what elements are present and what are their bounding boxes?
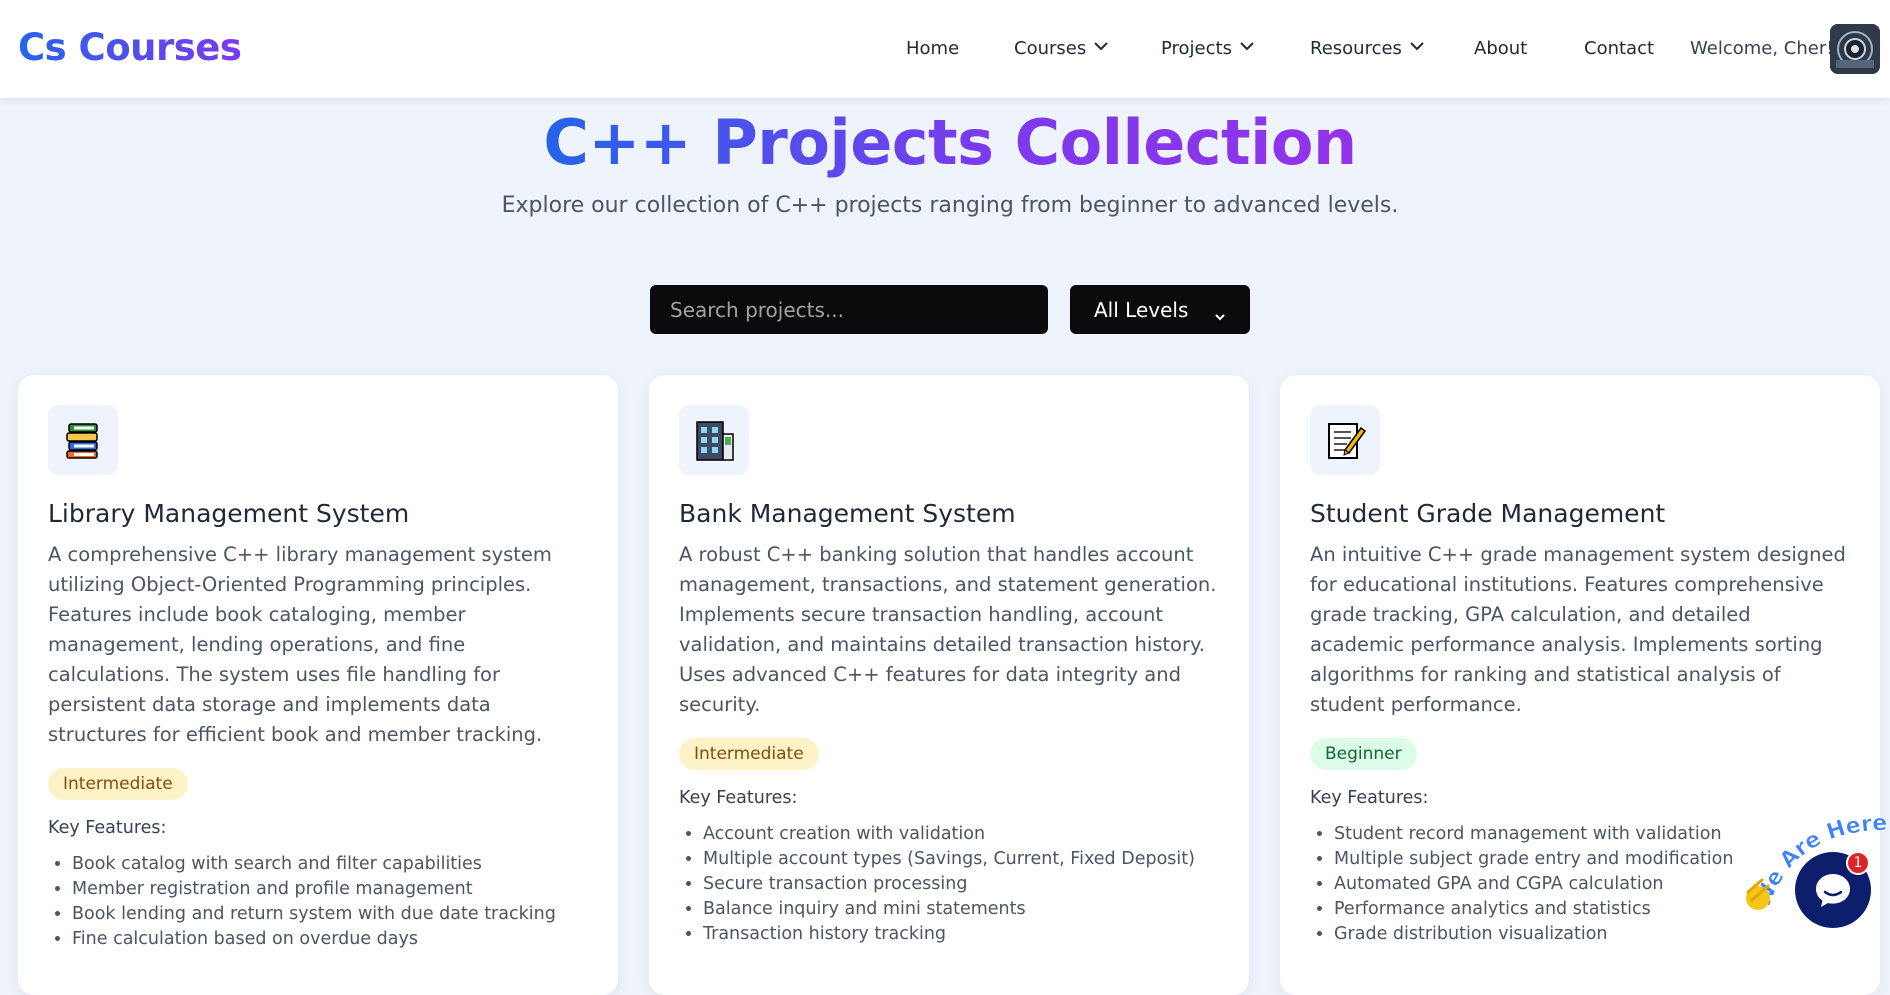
chevron-down-icon — [1240, 41, 1254, 51]
project-card-bank[interactable]: Bank Management System A robust C++ bank… — [649, 375, 1249, 995]
list-item: Member registration and profile manageme… — [72, 877, 588, 902]
page-title-text: C++ Projects Collection — [543, 106, 1357, 179]
feature-list: Book catalog with search and filter capa… — [48, 852, 588, 952]
nav-about[interactable]: About — [1474, 38, 1527, 59]
level-select-value: All Levels — [1094, 297, 1189, 322]
level-badge: Intermediate — [679, 738, 819, 770]
top-navbar: Cs Courses Home Courses Projects Resourc… — [0, 0, 1890, 98]
level-select[interactable]: All Levels — [1070, 285, 1250, 334]
chat-bubble-icon — [1816, 874, 1850, 907]
page-title: C++ Projects Collection — [0, 106, 1890, 179]
welcome-text: Welcome, Cher! — [1690, 38, 1834, 59]
list-item: Grade distribution visualization — [1334, 922, 1850, 947]
list-item: Transaction history tracking — [703, 922, 1219, 947]
nav-resources[interactable]: Resources — [1310, 38, 1424, 59]
brand-logo[interactable]: Cs Courses — [18, 26, 242, 69]
level-badge: Beginner — [1310, 738, 1417, 770]
project-card-library[interactable]: Library Management System A comprehensiv… — [18, 375, 618, 995]
list-item: Fine calculation based on overdue days — [72, 927, 588, 952]
nav-contact-label: Contact — [1584, 38, 1655, 59]
chevron-down-icon — [1410, 41, 1424, 51]
list-item: Book lending and return system with due … — [72, 902, 588, 927]
nav-courses[interactable]: Courses — [1014, 38, 1108, 59]
feature-list: Account creation with validation Multipl… — [679, 822, 1219, 947]
chevron-down-icon — [1214, 304, 1226, 320]
nav-contact[interactable]: Contact — [1584, 38, 1654, 59]
card-description: A robust C++ banking solution that handl… — [679, 543, 1217, 716]
list-item: Book catalog with search and filter capa… — [72, 852, 588, 877]
user-avatar[interactable] — [1830, 24, 1880, 74]
search-input[interactable] — [650, 285, 1048, 334]
key-features-label: Key Features: — [679, 788, 798, 808]
chevron-down-icon — [1094, 41, 1108, 51]
list-item: Balance inquiry and mini statements — [703, 897, 1219, 922]
unread-badge: 1 — [1846, 851, 1870, 875]
nav-resources-label: Resources — [1310, 38, 1402, 59]
list-item: Account creation with validation — [703, 822, 1219, 847]
books-icon — [48, 405, 118, 475]
card-title: Bank Management System — [679, 499, 1016, 528]
card-title: Student Grade Management — [1310, 499, 1666, 528]
card-description: A comprehensive C++ library management s… — [48, 543, 552, 746]
nav-projects[interactable]: Projects — [1161, 38, 1254, 59]
key-features-label: Key Features: — [48, 818, 167, 838]
memo-pencil-icon — [1310, 405, 1380, 475]
list-item: Secure transaction processing — [703, 872, 1219, 897]
level-badge: Intermediate — [48, 768, 188, 800]
page-subtitle: Explore our collection of C++ projects r… — [501, 193, 1399, 218]
nav-home[interactable]: Home — [906, 38, 959, 59]
nav-home-label: Home — [906, 38, 960, 59]
nav-projects-label: Projects — [1161, 38, 1232, 59]
list-item: Multiple account types (Savings, Current… — [703, 847, 1219, 872]
card-description: An intuitive C++ grade management system… — [1310, 543, 1846, 716]
nav-courses-label: Courses — [1014, 38, 1087, 59]
bank-building-icon — [679, 405, 749, 475]
nav-about-label: About — [1474, 38, 1528, 59]
card-title: Library Management System — [48, 499, 410, 528]
